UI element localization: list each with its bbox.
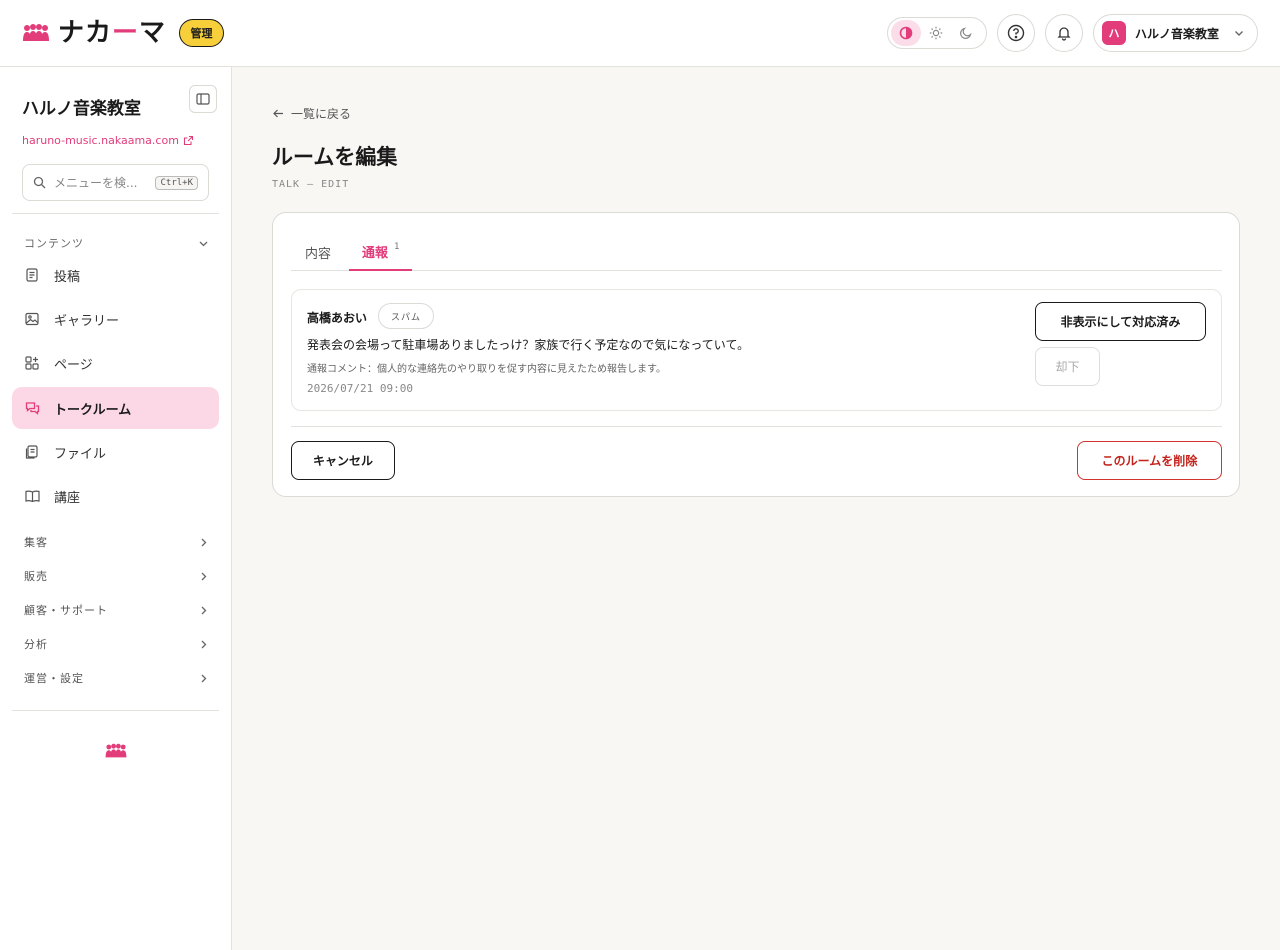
edit-room-card: 内容 通報 1 高橋あおい スパム 発表会の会場って駐車場ありましたっけ？家族で… — [272, 212, 1240, 497]
tab-content[interactable]: 内容 — [305, 233, 331, 271]
sidebar-collapse-button[interactable] — [189, 85, 217, 113]
sidebar: ハルノ音楽教室 haruno-music.nakaama.com メニューを検.… — [0, 67, 232, 950]
sidebar-divider — [12, 213, 219, 214]
sidebar-item-gallery[interactable]: ギャラリー — [12, 298, 219, 340]
shop-url-link[interactable]: haruno-music.nakaama.com — [22, 134, 194, 147]
back-to-list-link[interactable]: 一覧に戻る — [272, 105, 351, 122]
sidebar-item-talk-room[interactable]: トークルーム — [12, 387, 219, 429]
sidebar-group-customer-support[interactable]: 顧客・サポート — [24, 602, 209, 618]
admin-badge: 管理 — [179, 19, 224, 47]
tab-reports-count: 1 — [394, 242, 400, 252]
report-reason-badge: スパム — [378, 303, 435, 329]
help-icon — [1007, 24, 1025, 42]
logo[interactable]: ナカーマ — [22, 19, 166, 47]
account-menu[interactable]: ハ ハルノ音楽教室 — [1093, 14, 1258, 52]
menu-search-input[interactable]: メニューを検... Ctrl+K — [22, 164, 209, 201]
sidebar-toggle-icon — [196, 93, 210, 105]
chevron-right-icon — [201, 674, 207, 682]
search-placeholder: メニューを検... — [54, 176, 138, 190]
delete-room-button[interactable]: このルームを削除 — [1077, 441, 1222, 480]
hide-and-resolve-button[interactable]: 非表示にして対応済み — [1035, 302, 1206, 341]
report-comment: 通報コメント：個人的な連絡先のやり取りを促す内容に見えたため報告します。 — [307, 364, 666, 375]
theme-switch — [887, 17, 987, 49]
sidebar-item-posts[interactable]: 投稿 — [12, 254, 219, 296]
search-icon — [33, 176, 46, 189]
report-user-name: 高橋あおい — [307, 311, 368, 325]
sidebar-group-analytics[interactable]: 分析 — [24, 636, 209, 652]
dismiss-button[interactable]: 却下 — [1035, 347, 1100, 386]
notification-button[interactable] — [1045, 14, 1083, 52]
moon-icon[interactable] — [951, 20, 981, 46]
bell-icon — [1057, 27, 1071, 41]
image-icon — [24, 311, 40, 327]
chevron-right-icon — [201, 640, 207, 648]
chevron-right-icon — [201, 572, 207, 580]
top-header: ナカーマ 管理 ハ ハルノ音楽教室 — [0, 0, 1280, 67]
tab-bar: 内容 通報 1 — [291, 233, 1222, 271]
pages-icon — [24, 355, 40, 371]
shop-title: ハルノ音楽教室 — [22, 99, 141, 119]
report-message: 発表会の会場って駐車場ありましたっけ？家族で行く予定なので気になっていて。 — [307, 338, 750, 352]
book-icon — [24, 488, 40, 504]
logo-mark-icon — [105, 743, 127, 758]
sidebar-group-operations-settings[interactable]: 運営・設定 — [24, 670, 209, 686]
sidebar-item-pages[interactable]: ページ — [12, 342, 219, 384]
report-item: 高橋あおい スパム 発表会の会場って駐車場ありましたっけ？家族で行く予定なので気… — [291, 289, 1222, 411]
sidebar-divider — [12, 710, 219, 711]
page-title: ルームを編集 — [272, 145, 398, 169]
chat-icon — [24, 400, 40, 416]
sun-icon[interactable] — [921, 20, 951, 46]
chevron-right-icon — [201, 606, 207, 614]
card-divider — [291, 426, 1222, 427]
cancel-button[interactable]: キャンセル — [291, 441, 395, 480]
sidebar-group-marketing[interactable]: 集客 — [24, 534, 209, 550]
contrast-icon[interactable] — [891, 20, 921, 46]
document-icon — [24, 267, 40, 283]
external-link-icon — [183, 135, 193, 146]
sidebar-item-files[interactable]: ファイル — [12, 431, 219, 473]
search-shortcut: Ctrl+K — [155, 175, 198, 190]
report-date: 2026/07/21 09:00 — [307, 382, 413, 395]
logo-text: ナカーマ — [58, 18, 167, 48]
sidebar-item-courses[interactable]: 講座 — [12, 475, 219, 517]
chevron-down-icon — [1235, 31, 1243, 36]
logo-mark-icon — [23, 24, 49, 41]
chevron-down-icon — [199, 241, 208, 246]
tab-reports[interactable]: 通報 1 — [349, 233, 413, 271]
sidebar-group-sales[interactable]: 販売 — [24, 568, 209, 584]
arrow-left-icon — [273, 109, 283, 118]
account-avatar: ハ — [1102, 21, 1126, 45]
help-button[interactable] — [997, 14, 1035, 52]
page-subtitle: TALK — EDIT — [272, 179, 350, 190]
section-contents-toggle[interactable]: コンテンツ — [24, 235, 209, 251]
account-name: ハルノ音楽教室 — [1135, 26, 1220, 41]
chevron-right-icon — [201, 538, 207, 546]
files-icon — [24, 444, 40, 460]
